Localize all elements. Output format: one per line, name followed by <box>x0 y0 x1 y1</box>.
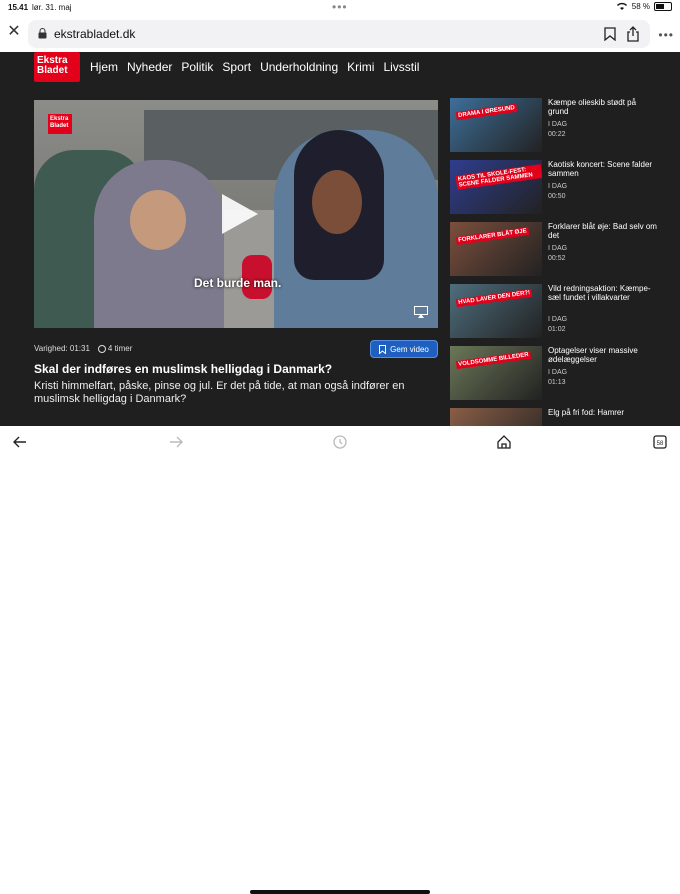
history-icon[interactable] <box>332 434 348 450</box>
logo-line-2: Bladet <box>37 65 68 76</box>
nav-item-nyheder[interactable]: Nyheder <box>127 60 172 74</box>
site-navigation: Ekstra Bladet Hjem Nyheder Politik Sport… <box>34 52 419 82</box>
browser-url-bar: ✕ ekstrabladet.dk ••• <box>0 16 680 52</box>
sidebar-video-day: I DAG <box>548 121 568 128</box>
video-logo: Ekstra Bladet <box>48 114 72 134</box>
video-age: 4 timer <box>107 344 133 353</box>
video-subtitle: Det burde man. <box>194 276 282 290</box>
sidebar-video-day: I DAG <box>548 183 568 190</box>
svg-text:58: 58 <box>657 441 664 447</box>
sidebar-video-title[interactable]: Kæmpe olieskib stødt på grund <box>548 98 658 116</box>
sidebar-video-day: I DAG <box>548 245 568 252</box>
more-options-icon[interactable]: ••• <box>658 28 674 42</box>
multitasking-dots-icon[interactable]: ••• <box>332 0 348 14</box>
status-time: 15.41 <box>8 3 29 12</box>
article-headline[interactable]: Skal der indføres en muslimsk helligdag … <box>34 362 438 376</box>
sidebar-video-title[interactable]: Kaotisk koncert: Scene falder sammen <box>548 160 658 178</box>
video-age-wrap: 4 timer <box>97 344 133 353</box>
browser-toolbar: 58 <box>0 426 680 894</box>
save-video-button[interactable]: Gem video <box>370 340 438 358</box>
play-icon[interactable] <box>222 194 258 234</box>
sidebar-video-item[interactable]: KAOS TIL SKOLE-FEST: SCENE FALDER SAMMEN… <box>450 160 660 214</box>
address-field[interactable]: ekstrabladet.dk <box>28 20 650 48</box>
video-thumbnail[interactable]: KAOS TIL SKOLE-FEST: SCENE FALDER SAMMEN <box>450 160 542 214</box>
thumbnail-label: DRAMA I ØRESUND <box>455 103 518 121</box>
nav-links: Hjem Nyheder Politik Sport Underholdning… <box>90 60 419 74</box>
sidebar-video-title[interactable]: Elg på fri fod: Hamrer <box>548 408 658 417</box>
battery-percent: 58 % <box>631 2 650 11</box>
sidebar-video-duration: 00:22 <box>548 131 566 138</box>
nav-item-sport[interactable]: Sport <box>222 60 251 74</box>
sidebar-video-duration: 01:13 <box>548 379 566 386</box>
nav-item-politik[interactable]: Politik <box>181 60 213 74</box>
status-right: 58 % <box>616 2 672 11</box>
video-person-right <box>274 130 438 328</box>
thumbnail-label: HVAD LAVER DEN DER?! <box>455 288 533 308</box>
status-bar: 15.41 lør. 31. maj ••• 58 % <box>0 0 680 16</box>
sidebar-video-item[interactable]: VOLDSOMME BILLEDER Optagelser viser massi… <box>450 346 660 400</box>
video-duration: Varighed: 01:31 <box>34 344 90 353</box>
sidebar-video-item[interactable]: HVAD LAVER DEN DER?! Vild redningsaktion:… <box>450 284 660 338</box>
sidebar-video-item[interactable]: FORKLARER BLÅT ØJE Forklarer blåt øje: Ba… <box>450 222 660 276</box>
video-thumbnail[interactable]: FORKLARER BLÅT ØJE <box>450 222 542 276</box>
forward-icon[interactable] <box>168 434 184 450</box>
sidebar-video-day: I DAG <box>548 316 568 323</box>
video-thumbnail[interactable]: DRAMA I ØRESUND <box>450 98 542 152</box>
video-thumbnail[interactable]: VOLDSOMME BILLEDER <box>450 346 542 400</box>
sidebar-video-duration: 00:52 <box>548 255 566 262</box>
sidebar-video-title[interactable]: Vild redningsaktion: Kæmpe-sæl fundet i … <box>548 284 658 302</box>
nav-item-hjem[interactable]: Hjem <box>90 60 118 74</box>
bookmark-icon <box>379 344 387 354</box>
clock-icon <box>97 344 106 353</box>
bookmark-icon[interactable] <box>604 27 616 41</box>
status-date: lør. 31. maj <box>32 3 72 12</box>
close-icon[interactable]: ✕ <box>6 24 22 40</box>
sidebar-video-item[interactable]: Elg på fri fod: Hamrer <box>450 408 660 426</box>
video-thumbnail[interactable] <box>450 408 542 426</box>
video-person-middle <box>94 160 224 328</box>
video-logo-line-2: Bladet <box>50 123 69 129</box>
nav-item-livsstil[interactable]: Livsstil <box>383 60 419 74</box>
battery-icon <box>654 2 672 11</box>
sidebar-video-duration: 01:02 <box>548 326 566 333</box>
tabs-icon[interactable]: 58 <box>652 434 668 450</box>
sidebar-video-title[interactable]: Optagelser viser massive ødelæggelser <box>548 346 658 364</box>
article-lead: Kristi himmelfart, påske, pinse og jul. … <box>34 380 405 405</box>
back-icon[interactable] <box>12 434 28 450</box>
sidebar-video-item[interactable]: DRAMA I ØRESUND Kæmpe olieskib stødt på g… <box>450 98 660 152</box>
thumbnail-label: FORKLARER BLÅT ØJE <box>455 226 530 246</box>
home-icon[interactable] <box>496 434 512 450</box>
airplay-icon[interactable] <box>414 306 428 318</box>
thumbnail-label: KAOS TIL SKOLE-FEST: SCENE FALDER SAMMEN <box>455 164 542 190</box>
video-logo-line-1: Ekstra <box>50 116 69 122</box>
lock-icon <box>38 28 47 39</box>
sidebar-video-title[interactable]: Forklarer blåt øje: Bad selv om det <box>548 222 658 240</box>
video-meta: Varighed: 01:31 4 timer <box>34 344 132 353</box>
share-icon[interactable] <box>626 26 640 42</box>
video-thumbnail[interactable]: HVAD LAVER DEN DER?! <box>450 284 542 338</box>
wifi-icon <box>616 2 627 10</box>
home-indicator[interactable] <box>250 890 430 894</box>
video-player[interactable]: Ekstra Bladet Det burde man. <box>34 100 438 328</box>
thumbnail-label: VOLDSOMME BILLEDER <box>455 350 532 370</box>
web-page: Ekstra Bladet Hjem Nyheder Politik Sport… <box>0 52 680 426</box>
sidebar-video-day: I DAG <box>548 369 568 376</box>
nav-item-krimi[interactable]: Krimi <box>347 60 374 74</box>
url-text: ekstrabladet.dk <box>54 27 136 41</box>
save-video-label: Gem video <box>390 344 429 354</box>
nav-item-underholdning[interactable]: Underholdning <box>260 60 338 74</box>
ekstrabladet-logo[interactable]: Ekstra Bladet <box>34 52 80 82</box>
sidebar-video-duration: 00:50 <box>548 193 566 200</box>
